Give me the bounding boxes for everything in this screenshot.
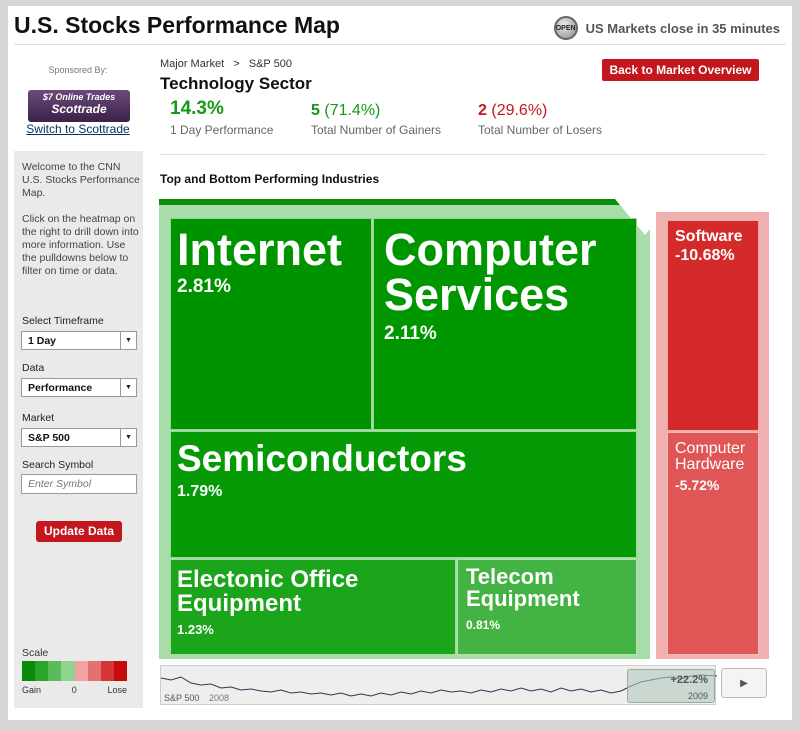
welcome-message: Welcome to the CNN U.S. Stocks Performan…: [22, 161, 140, 199]
scale-lose-label: Lose: [107, 685, 127, 695]
gainers-panel: Internet 2.81% Computer Services 2.11% S…: [159, 199, 650, 659]
chevron-down-icon: ▼: [120, 429, 136, 446]
industry-tile-semiconductors[interactable]: Semiconductors 1.79%: [170, 431, 637, 558]
search-symbol-label: Search Symbol: [22, 459, 94, 471]
industry-tile-electronic-office-equipment[interactable]: Electonic Office Equipment 1.23%: [170, 559, 456, 655]
industry-tile-computer-services[interactable]: Computer Services 2.11%: [373, 218, 637, 430]
industry-tile-internet[interactable]: Internet 2.81%: [170, 218, 372, 430]
losers-stat: 2 (29.6%) Total Number of Losers: [478, 102, 602, 137]
scale-swatch: [74, 661, 88, 681]
scale-swatch: [61, 661, 75, 681]
header-divider: [14, 44, 786, 45]
industry-name: Internet: [177, 224, 343, 275]
scale-swatch: [100, 661, 114, 681]
scale-swatch: [22, 661, 36, 681]
timeline-start-year: 2008: [209, 693, 230, 703]
losers-label: Total Number of Losers: [478, 123, 603, 137]
market-open-icon: OPEN: [553, 16, 578, 40]
sector-title: Technology Sector: [160, 74, 312, 93]
sponsor-logo-tagline: $7 Online Trades: [42, 92, 116, 102]
scale-swatch: [48, 661, 62, 681]
play-arrow-icon[interactable]: ▶: [721, 668, 767, 698]
heatmap-title: Top and Bottom Performing Industries: [160, 172, 380, 186]
industry-percent: 0.81%: [466, 618, 501, 632]
industry-name: Computer Services: [384, 224, 597, 320]
chevron-down-icon: ▼: [120, 379, 136, 396]
sp500-timeline[interactable]: S&P 500 2008 +22.2% 2009: [160, 665, 717, 705]
scale-swatch: [87, 661, 101, 681]
welcome-text: Welcome to the CNN U.S. Stocks Performan…: [22, 161, 140, 278]
breadcrumb-separator: >: [233, 58, 240, 70]
scale-legend: [22, 661, 127, 681]
scottrade-logo[interactable]: $7 Online Trades Scottrade: [28, 90, 130, 122]
gainers-percent: (71.4%): [324, 102, 381, 119]
back-to-market-overview-button[interactable]: Back to Market Overview: [602, 59, 759, 81]
gainers-count: 5: [311, 102, 320, 119]
market-value: S&P 500: [28, 432, 70, 444]
gainers-stat: 5 (71.4%) Total Number of Gainers: [311, 102, 441, 137]
industry-name: Telecom Equipment: [466, 564, 580, 611]
sponsor-logo-name: Scottrade: [51, 102, 107, 116]
industry-tile-telecom-equipment[interactable]: Telecom Equipment 0.81%: [457, 559, 637, 655]
scale-gain-label: Gain: [22, 685, 42, 695]
search-symbol-input[interactable]: [21, 474, 137, 494]
scale-zero-label: 0: [71, 685, 77, 695]
scale-label: Scale: [22, 647, 49, 659]
timeline-end-year: 2009: [687, 691, 708, 701]
industry-percent: -10.68%: [675, 247, 735, 264]
industry-percent: 2.81%: [177, 276, 231, 297]
page-title: U.S. Stocks Performance Map: [14, 12, 340, 38]
breadcrumb-sp500[interactable]: S&P 500: [249, 58, 292, 70]
update-data-button[interactable]: Update Data: [36, 521, 122, 542]
breadcrumb: Major Market > S&P 500: [160, 58, 292, 70]
data-select[interactable]: Performance ▼: [21, 378, 137, 397]
scale-ticks: Gain 0 Lose: [22, 685, 127, 695]
market-status-text: US Markets close in 35 minutes: [585, 20, 780, 36]
industry-percent: 2.11%: [384, 323, 437, 344]
market-select[interactable]: S&P 500 ▼: [21, 428, 137, 447]
timeline-index-label: S&P 500: [164, 693, 200, 703]
stats-divider: [160, 154, 766, 155]
day-performance-value: 14.3%: [170, 98, 224, 119]
gainers-value: 5 (71.4%): [311, 102, 441, 120]
timeframe-value: 1 Day: [28, 335, 57, 347]
scale-swatch: [35, 661, 49, 681]
market-label: Market: [22, 412, 55, 424]
switch-to-scottrade-link[interactable]: Switch to Scottrade: [14, 122, 142, 136]
industry-percent: 1.23%: [177, 622, 214, 637]
data-value: Performance: [28, 382, 93, 394]
sponsor-label: Sponsored By:: [48, 65, 108, 75]
day-performance-label: 1 Day Performance: [170, 123, 274, 137]
breadcrumb-major-market[interactable]: Major Market: [160, 58, 224, 70]
industry-name: Semiconductors: [177, 438, 467, 479]
sidebar: Welcome to the CNN U.S. Stocks Performan…: [14, 151, 143, 708]
gainers-label: Total Number of Gainers: [311, 123, 442, 137]
market-status: OPEN US Markets close in 35 minutes: [553, 16, 780, 40]
industry-tile-software[interactable]: Software -10.68%: [667, 220, 759, 431]
losers-percent: (29.6%): [491, 102, 548, 119]
industry-name: Software: [675, 228, 743, 245]
industry-percent: -5.72%: [675, 477, 720, 493]
timeframe-label: Select Timeframe: [22, 315, 104, 327]
scale-swatch: [113, 661, 127, 681]
industry-name: Electonic Office Equipment: [177, 566, 359, 617]
losers-panel: Software -10.68% Computer Hardware -5.72…: [656, 212, 769, 659]
industry-name: Computer Hardware: [675, 440, 746, 473]
timeline-change: +22.2%: [670, 674, 708, 686]
data-label: Data: [22, 362, 45, 374]
losers-value: 2 (29.6%): [478, 102, 602, 120]
losers-count: 2: [478, 102, 487, 119]
chevron-down-icon: ▼: [120, 332, 136, 349]
timeline-selection-window[interactable]: +22.2% 2009: [627, 669, 715, 703]
industry-percent: 1.79%: [177, 483, 223, 500]
industry-tile-computer-hardware[interactable]: Computer Hardware -5.72%: [667, 432, 759, 655]
day-performance-stat: 14.3% 1 Day Performance: [170, 98, 273, 137]
timeframe-select[interactable]: 1 Day ▼: [21, 331, 137, 350]
instructions-text: Click on the heatmap on the right to dri…: [22, 213, 139, 277]
